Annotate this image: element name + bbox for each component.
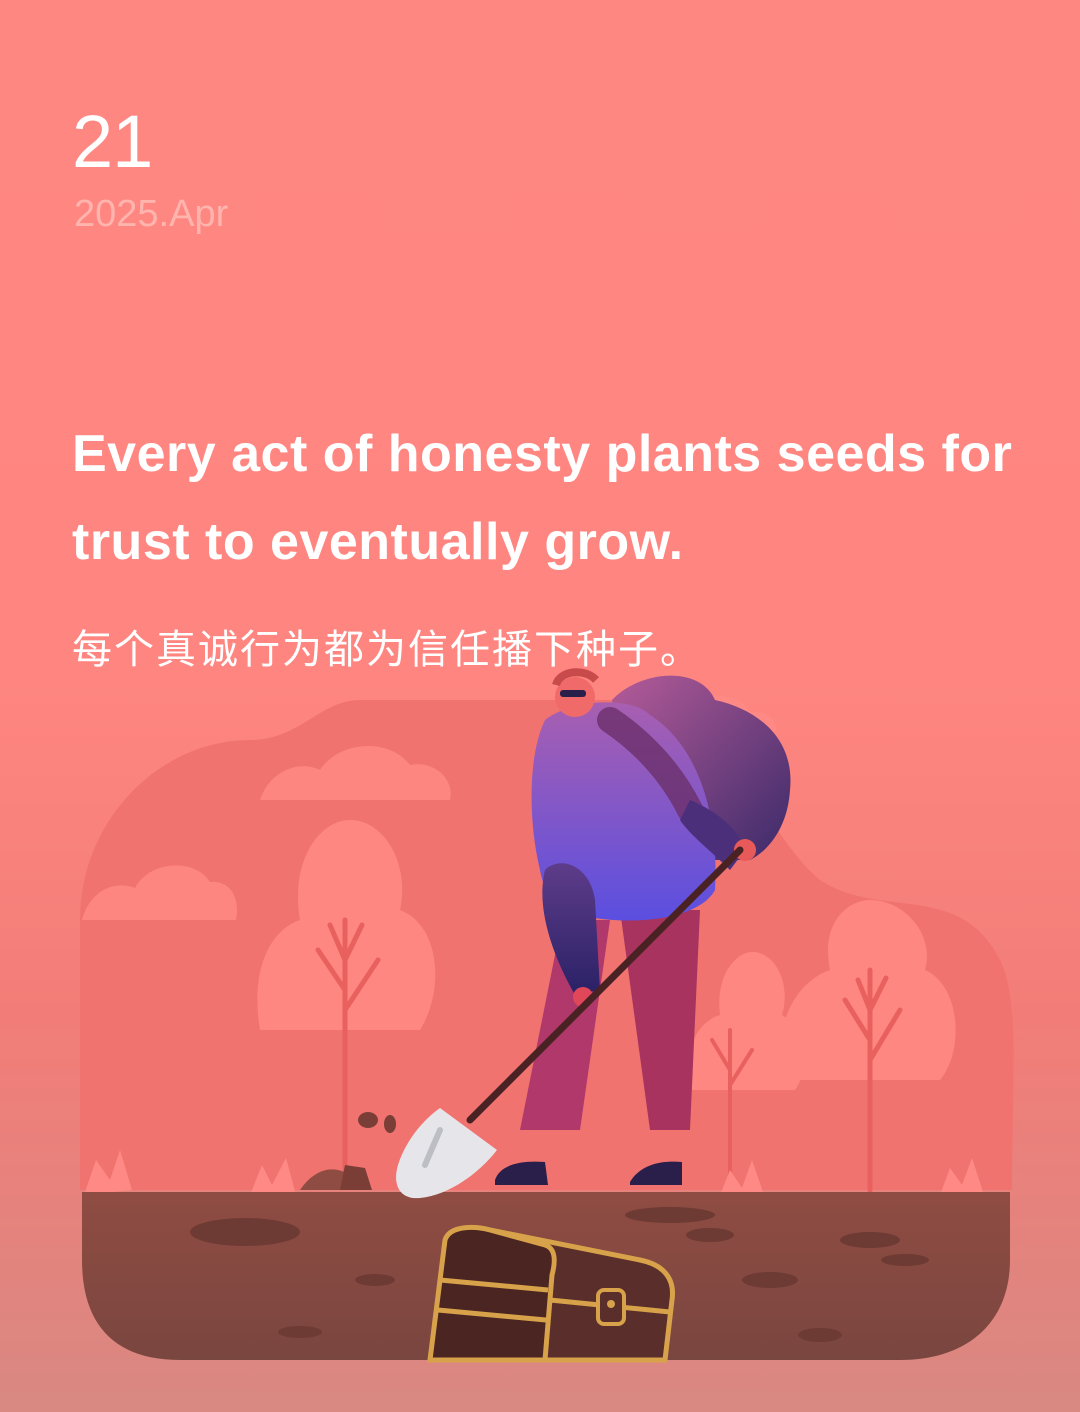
date-month-year: 2025.Apr	[74, 193, 229, 235]
date-day: 21	[72, 100, 153, 183]
honesty-illustration	[80, 668, 1014, 1363]
quote-english: Every act of honesty plants seeds for tr…	[72, 425, 1013, 571]
